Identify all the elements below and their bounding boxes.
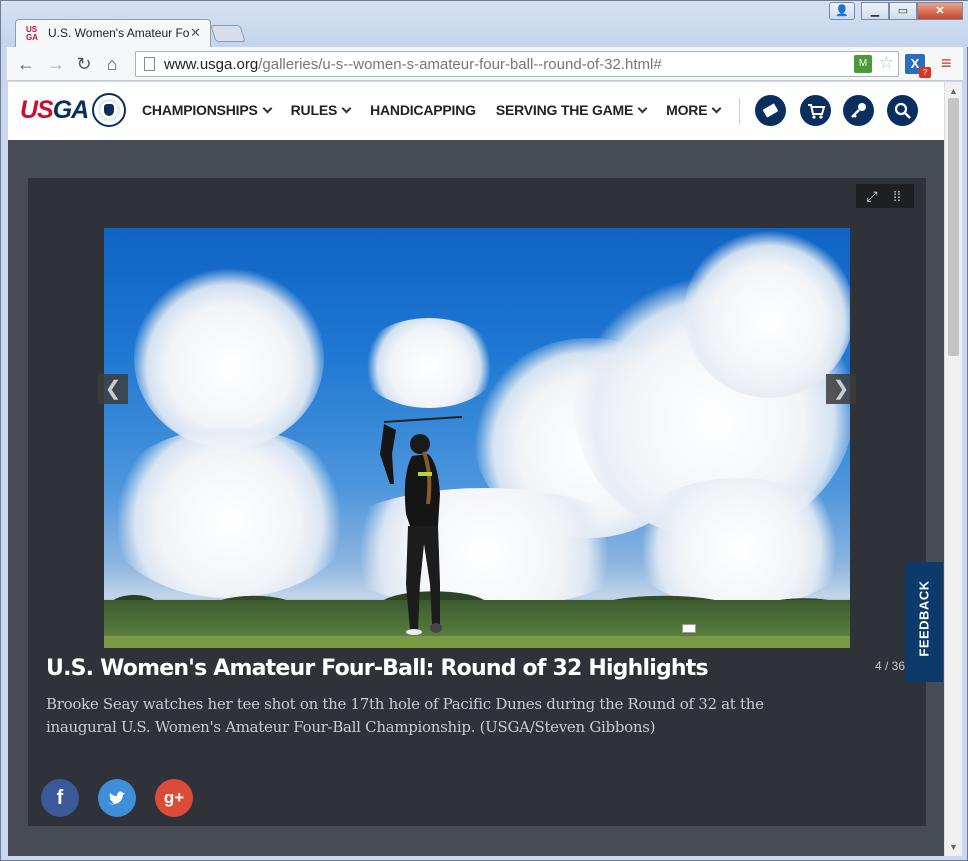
browser-tab[interactable]: US GA U.S. Women's Amateur Fo ✕ [15, 19, 211, 47]
tab-title: U.S. Women's Amateur Fo [48, 26, 190, 40]
nav-label: CHAMPIONSHIPS [142, 102, 258, 118]
nav-rules[interactable]: RULES [290, 102, 352, 118]
fairway [104, 636, 850, 648]
browser-menu-icon[interactable]: ≡ [941, 53, 952, 74]
usga-logo[interactable]: USGA [20, 90, 127, 130]
page-scrollbar[interactable]: ▲ ▼ [944, 82, 962, 856]
nav-label: HANDICAPPING [370, 102, 476, 118]
tab-strip: US GA U.S. Women's Amateur Fo ✕ 👤 ▁ ▭ ✕ [1, 1, 968, 47]
window-controls: 👤 ▁ ▭ ✕ [829, 2, 963, 20]
user-icon[interactable]: 👤 [829, 2, 855, 20]
browser-window: US GA U.S. Women's Amateur Fo ✕ 👤 ▁ ▭ ✕ ←… [0, 0, 968, 861]
feedback-label: FEEDBACK [916, 580, 932, 657]
key-icon[interactable] [843, 95, 874, 126]
site-header: USGA CHAMPIONSHIPS RULES HANDICAPPING SE… [8, 82, 944, 140]
nav-handicapping[interactable]: HANDICAPPING [370, 103, 476, 117]
forward-icon[interactable]: → [45, 53, 67, 75]
gallery-photo[interactable] [104, 228, 850, 648]
search-icon[interactable] [887, 95, 918, 126]
chevron-down-icon [711, 103, 722, 113]
gallery-title: U.S. Women's Amateur Four-Ball: Round of… [46, 656, 709, 681]
cart-icon[interactable] [800, 95, 831, 126]
browser-toolbar: ← → ↻ ⌂ www.usga.org/galleries/u-s--wome… [7, 47, 963, 81]
previous-arrow[interactable]: ❮ [98, 374, 128, 404]
tab-close-icon[interactable]: ✕ [190, 25, 201, 41]
grid-icon[interactable]: ⁞⁞ [888, 187, 906, 205]
nav-championships[interactable]: CHAMPIONSHIPS [142, 102, 273, 118]
usga-tee-sign [682, 624, 696, 633]
nav-divider [739, 98, 740, 124]
page-viewport: USGA CHAMPIONSHIPS RULES HANDICAPPING SE… [8, 82, 944, 856]
nav-serving-the-game[interactable]: SERVING THE GAME [495, 102, 648, 118]
chevron-down-icon [637, 103, 648, 113]
golfer-silhouette [380, 415, 462, 635]
extension-badge: ? [919, 67, 931, 78]
usga-seal-icon [92, 93, 127, 127]
twitter-share-icon[interactable] [98, 779, 136, 817]
bookmark-star-icon[interactable]: ☆ [879, 53, 894, 73]
nav-label: RULES [290, 102, 338, 118]
nav-more[interactable]: MORE [666, 102, 722, 118]
ticket-icon[interactable] [755, 95, 786, 126]
slide-counter: 4 / 36 [875, 659, 906, 673]
cloud [359, 318, 499, 408]
usga-favicon-icon: US GA [26, 25, 38, 42]
address-bar[interactable]: www.usga.org/galleries/u-s--women-s-amat… [135, 51, 899, 77]
extension-shield-icon[interactable]: M [854, 55, 872, 73]
home-icon[interactable]: ⌂ [101, 53, 123, 75]
nav-label: SERVING THE GAME [495, 102, 634, 118]
next-arrow[interactable]: ❯ [826, 374, 856, 404]
minimize-icon[interactable]: ▁ [861, 2, 889, 20]
back-icon[interactable]: ← [15, 53, 37, 75]
facebook-share-icon[interactable]: f [41, 779, 79, 817]
cloud [134, 268, 324, 448]
nav-label: MORE [666, 102, 708, 118]
chevron-down-icon [262, 103, 273, 113]
maximize-icon[interactable]: ▭ [889, 2, 917, 20]
chevron-down-icon [341, 103, 352, 113]
scroll-thumb[interactable] [948, 98, 959, 356]
url-text[interactable]: www.usga.org/galleries/u-s--women-s-amat… [164, 56, 662, 73]
new-tab-button[interactable] [210, 25, 246, 42]
photo-caption: Brooke Seay watches her tee shot on the … [46, 695, 764, 736]
cloud [104, 428, 354, 598]
feedback-tab[interactable]: FEEDBACK [905, 562, 943, 682]
scroll-down-icon[interactable]: ▼ [949, 842, 958, 852]
url-host: www.usga.org [164, 56, 259, 73]
url-path: /galleries/u-s--women-s-amateur-four-bal… [258, 56, 662, 73]
main-nav: CHAMPIONSHIPS RULES HANDICAPPING SERVING… [142, 103, 740, 117]
page-icon [144, 57, 155, 71]
gallery-tools: ⤢ ⁞⁞ [856, 184, 914, 208]
google-plus-share-icon[interactable]: g+ [155, 779, 193, 817]
fullscreen-icon[interactable]: ⤢ [863, 187, 881, 205]
reload-icon[interactable]: ↻ [73, 53, 95, 75]
cloud [684, 228, 850, 398]
photo-gallery: ⤢ ⁞⁞ ❮ ❯ U.S. Women's Amateur Four-Ball:… [28, 178, 926, 826]
logo-wordmark: USGA [20, 95, 89, 124]
scroll-up-icon[interactable]: ▲ [949, 86, 958, 96]
close-window-icon[interactable]: ✕ [917, 2, 963, 20]
